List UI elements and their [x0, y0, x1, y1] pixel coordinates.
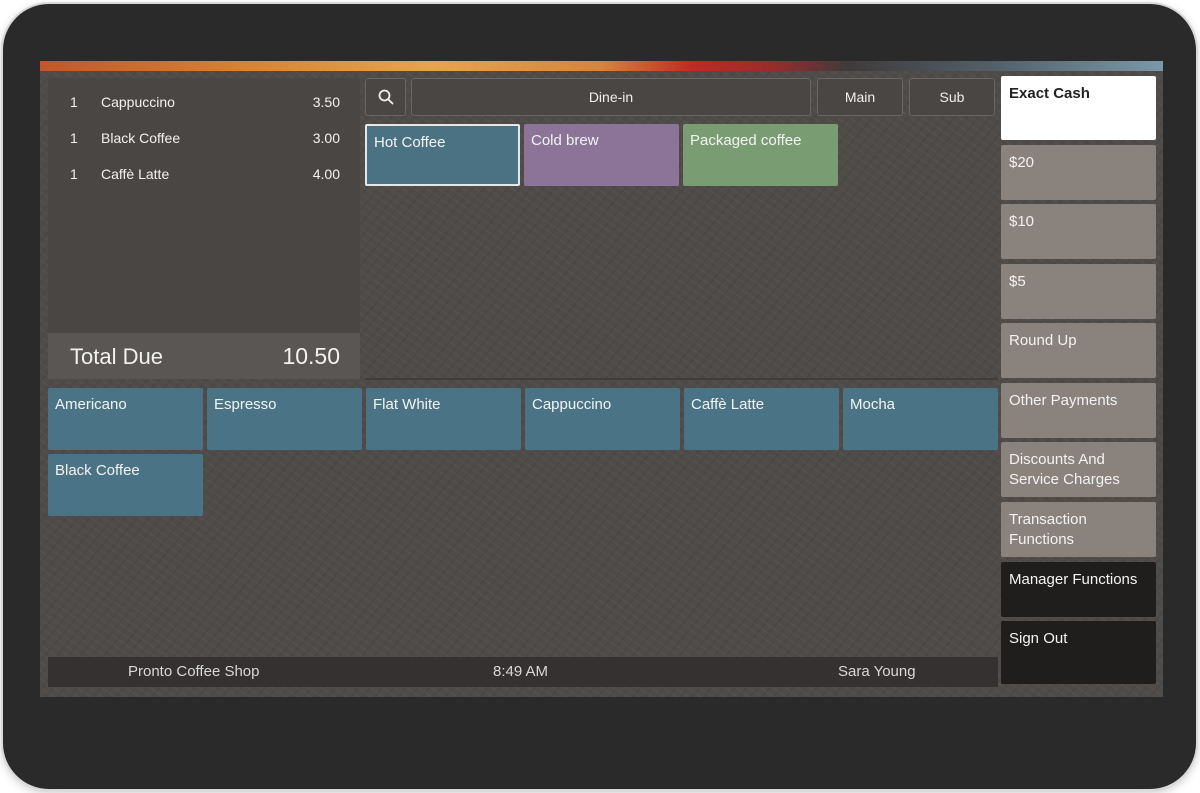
- pay-10-button[interactable]: $10: [1001, 204, 1156, 259]
- category-packaged-coffee[interactable]: Packaged coffee: [683, 124, 838, 186]
- sign-out-button[interactable]: Sign Out: [1001, 621, 1156, 684]
- order-line[interactable]: 1 Black Coffee 3.00: [48, 126, 360, 150]
- category-cold-brew[interactable]: Cold brew: [524, 124, 679, 186]
- menu-item-cappuccino[interactable]: Cappuccino: [525, 388, 680, 450]
- tablet-frame: 1 Cappuccino 3.50 1 Black Coffee 3.00 1 …: [3, 4, 1196, 789]
- order-line-price: 3.00: [312, 130, 340, 146]
- order-line-name: Caffè Latte: [101, 166, 170, 182]
- main-menu-button[interactable]: Main: [817, 78, 903, 116]
- round-up-button[interactable]: Round Up: [1001, 323, 1156, 378]
- order-line[interactable]: 1 Caffè Latte 4.00: [48, 162, 360, 186]
- order-type-button[interactable]: Dine-in: [411, 78, 811, 116]
- signed-in-user: Sara Young: [838, 663, 916, 680]
- total-due-bar: Total Due 10.50: [48, 333, 360, 379]
- exact-cash-button[interactable]: Exact Cash: [1001, 76, 1156, 140]
- total-due-label: Total Due: [70, 344, 163, 369]
- order-line-name: Cappuccino: [101, 94, 175, 110]
- category-hot-coffee[interactable]: Hot Coffee: [365, 124, 520, 186]
- discounts-label-line1: Discounts And: [1009, 451, 1105, 468]
- order-line-qty: 1: [70, 130, 78, 146]
- order-line-price: 3.50: [312, 94, 340, 110]
- transaction-label-line1: Transaction: [1009, 511, 1087, 528]
- order-line-name: Black Coffee: [101, 130, 181, 146]
- menu-item-espresso[interactable]: Espresso: [207, 388, 362, 450]
- pay-5-button[interactable]: $5: [1001, 264, 1156, 319]
- other-payments-button[interactable]: Other Payments: [1001, 383, 1156, 438]
- total-due-value: 10.50: [282, 343, 340, 369]
- menu-item-flat-white[interactable]: Flat White: [366, 388, 521, 450]
- sub-menu-button[interactable]: Sub: [909, 78, 995, 116]
- menu-item-caffe-latte[interactable]: Caffè Latte: [684, 388, 839, 450]
- discounts-service-charges-button[interactable]: Discounts And Service Charges: [1001, 442, 1156, 497]
- order-line-qty: 1: [70, 166, 78, 182]
- header-banner: [40, 61, 1163, 71]
- menu-item-black-coffee[interactable]: Black Coffee: [48, 454, 203, 516]
- order-line-price: 4.00: [312, 166, 340, 182]
- menu-item-americano[interactable]: Americano: [48, 388, 203, 450]
- clock-time: 8:49 AM: [493, 663, 549, 680]
- pay-20-button[interactable]: $20: [1001, 145, 1156, 200]
- status-bar: Pronto Coffee Shop 8:49 AM Sara Young: [48, 657, 998, 687]
- order-line[interactable]: 1 Cappuccino 3.50: [48, 90, 360, 114]
- search-button[interactable]: [365, 78, 406, 116]
- pos-screen: 1 Cappuccino 3.50 1 Black Coffee 3.00 1 …: [40, 61, 1163, 697]
- discounts-label-line2: Service Charges: [1009, 471, 1120, 488]
- order-line-qty: 1: [70, 94, 78, 110]
- manager-functions-button[interactable]: Manager Functions: [1001, 562, 1156, 617]
- transaction-functions-button[interactable]: Transaction Functions: [1001, 502, 1156, 557]
- section-divider: [365, 378, 998, 380]
- transaction-label-line2: Functions: [1009, 531, 1075, 548]
- shop-name: Pronto Coffee Shop: [128, 663, 260, 680]
- menu-item-mocha[interactable]: Mocha: [843, 388, 998, 450]
- search-icon: [378, 89, 393, 105]
